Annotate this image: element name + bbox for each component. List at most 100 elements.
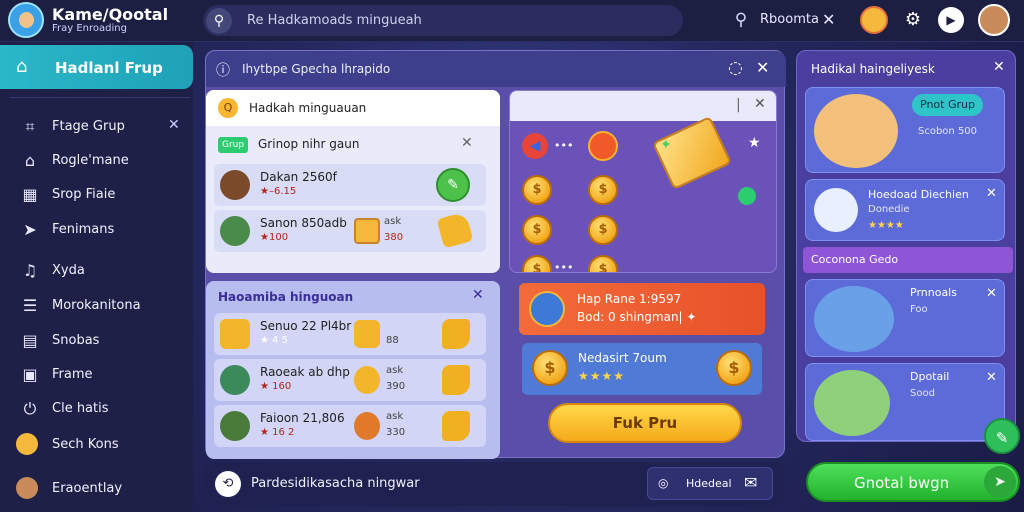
sidebar-item-snobas[interactable]: ▤ Snobas	[0, 326, 193, 356]
user-avatar[interactable]	[978, 4, 1010, 36]
close-icon[interactable]: ✕	[168, 117, 180, 133]
ranking-card-header: Haoamiba hinguoan ✕	[206, 281, 500, 311]
play-badge-icon[interactable]	[588, 131, 618, 161]
gamepad-icon[interactable]: ⚙	[900, 8, 926, 32]
sidebar-item-sechkons[interactable]: Sech Kons	[0, 430, 193, 460]
golden-ticket-icon	[652, 115, 732, 191]
sidebar-item-label: Snobas	[52, 333, 100, 348]
sidebar-item-frame[interactable]: ▣ Frame	[0, 360, 193, 390]
mascot-icon	[354, 366, 380, 394]
arrow-icon[interactable]: ◀	[522, 133, 548, 159]
close-icon[interactable]: ✕	[756, 58, 769, 77]
top-bar: Kame/Qootal Fray Enroading ⚲ Re Hadkamoa…	[0, 0, 1024, 42]
leaf-icon: ✦	[660, 137, 672, 153]
home-icon: ⌂	[16, 56, 28, 77]
close-icon[interactable]: ✕	[472, 287, 484, 303]
rewards-card: | ✕ ◀ ••• $ $ $ $ $ $ ••• ★ ✦	[509, 90, 777, 273]
close-icon[interactable]: ✕	[754, 96, 766, 112]
target-icon: ◎	[658, 476, 669, 490]
edit-button[interactable]: ✎	[436, 168, 470, 202]
ranking-card-title: Haoamiba hinguoan	[218, 290, 354, 304]
gold-shield-icon	[220, 319, 250, 349]
right-card-item[interactable]: Dpotail Sood ✕	[805, 363, 1005, 441]
sidebar-item-srop[interactable]: ▦ Srop Fiaie	[0, 180, 193, 210]
cube-icon	[529, 291, 565, 327]
list-item[interactable]: Sanon 850adb ★100 ask 380	[214, 210, 486, 252]
sidebar-item-clehatis[interactable]: ⏻ Cle hatis	[0, 394, 193, 424]
close-icon[interactable]: ✕	[986, 286, 997, 301]
gold-hand-icon[interactable]	[436, 211, 474, 249]
gold-shield-icon[interactable]	[442, 411, 470, 441]
list-item-name: Sanon 850adb	[260, 216, 347, 230]
store-icon: ▦	[22, 185, 38, 204]
mascot-icon[interactable]	[860, 6, 888, 34]
list-item-meta: ask	[386, 411, 404, 422]
send-icon: ➤	[23, 220, 37, 239]
refresh-icon[interactable]: ◌	[728, 58, 743, 78]
promo-banner-orange[interactable]: Hap Rane 1:9597 Bod: 0 shingman| ✦	[519, 283, 765, 335]
primary-cta-button[interactable]: Fuk Pru	[548, 403, 742, 443]
group-pill[interactable]: Pnot Grup	[912, 94, 983, 116]
list-item[interactable]: Raoeak ab dhp ★ 160 ask 390	[214, 359, 486, 401]
right-card-item[interactable]: Prnnoals Foo ✕	[805, 279, 1005, 357]
top-search-label[interactable]: Rboomta	[760, 12, 819, 27]
app-title: Kame/Qootal	[52, 5, 169, 24]
list-item[interactable]: Faioon 21,806 ★ 16 2 ask 330	[214, 405, 486, 447]
close-icon[interactable]: ✕	[986, 186, 997, 201]
magnifier-icon[interactable]: ⚲	[730, 9, 752, 31]
character-avatar	[814, 370, 890, 436]
group-card-title: Hadkah minguauan	[249, 101, 367, 115]
sidebar-item-label: Eraoentlay	[52, 481, 123, 496]
list-icon: ☰	[22, 296, 38, 315]
play-icon[interactable]: ▶	[938, 7, 964, 33]
edit-icon[interactable]: ✎	[984, 418, 1020, 454]
right-panel-title: Hadikal haingeliyesk	[811, 62, 935, 76]
close-icon[interactable]: ✕	[986, 370, 997, 385]
search-input[interactable]: Re Hadkamoads mingueah	[247, 13, 422, 28]
close-icon[interactable]: ✕	[993, 59, 1005, 75]
global-action-button[interactable]: Gnotal bwgn ➤	[806, 462, 1020, 502]
group-card-subtitle: Grinop nihr gaun	[258, 137, 360, 151]
sidebar-divider	[10, 97, 190, 98]
sidebar-item-rogle[interactable]: ⌂ Rogle'mane	[0, 146, 193, 176]
gold-bag-icon[interactable]	[442, 319, 470, 349]
list-item-stat: ★ 4 5	[260, 335, 289, 346]
sidebar-item-active[interactable]: ⌂ Hadlanl Frup	[0, 45, 193, 89]
sidebar-item-xyda[interactable]: ♫ Xyda	[0, 256, 193, 286]
right-card-title: Dpotail	[910, 370, 950, 383]
slingshot-avatar	[814, 286, 894, 352]
main-panel-title: Ihytbpe Gpecha lhrapido	[242, 62, 391, 76]
sidebar-item-eraoentlay[interactable]: Eraoentlay	[0, 474, 193, 504]
right-card-featured[interactable]: Pnot Grup Scobon 500	[805, 87, 1005, 173]
trophy-icon	[354, 320, 380, 348]
sidebar-item-fenimans[interactable]: ➤ Fenimans	[0, 215, 193, 245]
gold-chest-icon[interactable]	[442, 365, 470, 395]
list-item-meta: ask	[386, 365, 404, 376]
promo-subtitle: Bod: 0 shingman| ✦	[577, 310, 697, 324]
sync-icon[interactable]: ⟲	[215, 471, 241, 497]
group-card: Q Hadkah minguauan Grup Grinop nihr gaun…	[206, 90, 500, 273]
search-bar[interactable]: ⚲ Re Hadkamoads mingueah	[203, 5, 683, 36]
list-item[interactable]: Senuo 22 Pl4br ★ 4 5 88	[214, 313, 486, 355]
dots-icon: •••	[554, 261, 574, 273]
app-logo-avatar[interactable]	[8, 2, 44, 38]
promo-banner-blue[interactable]: $ Nedasirt 7oum ★★★★ $	[522, 343, 762, 395]
coin-icon: $	[532, 350, 568, 386]
group-card-subheader: Grup Grinop nihr gaun ✕	[206, 130, 500, 160]
sidebar-item-morokanitona[interactable]: ☰ Morokanitona	[0, 291, 193, 321]
main-panel: ⓘ Ihytbpe Gpecha lhrapido ◌ ✕ Q Hadkah m…	[205, 50, 786, 459]
info-icon[interactable]: ⓘ	[216, 60, 230, 80]
bottom-bar-chip[interactable]: ◎ Hdedeal ✉	[647, 467, 773, 500]
search-icon[interactable]: ⚲	[206, 8, 232, 34]
close-icon[interactable]: ✕	[822, 10, 835, 29]
sidebar-item-ftage[interactable]: ⌗ Ftage Grup ✕	[0, 112, 193, 142]
music-icon: ♫	[22, 261, 38, 280]
right-card-subtitle: Donedie	[868, 204, 910, 215]
right-card-subtitle: Foo	[910, 304, 928, 315]
list-item[interactable]: Dakan 2560f ★–6.15 ✎	[214, 164, 486, 206]
power-icon: ⏻	[23, 399, 37, 418]
rewards-card-header: | ✕	[510, 91, 776, 121]
coin-icon: $	[522, 255, 552, 272]
close-icon[interactable]: ✕	[461, 135, 473, 151]
right-card-item[interactable]: Hoedoad Diechien Donedie ★★★★ ✕	[805, 179, 1005, 241]
